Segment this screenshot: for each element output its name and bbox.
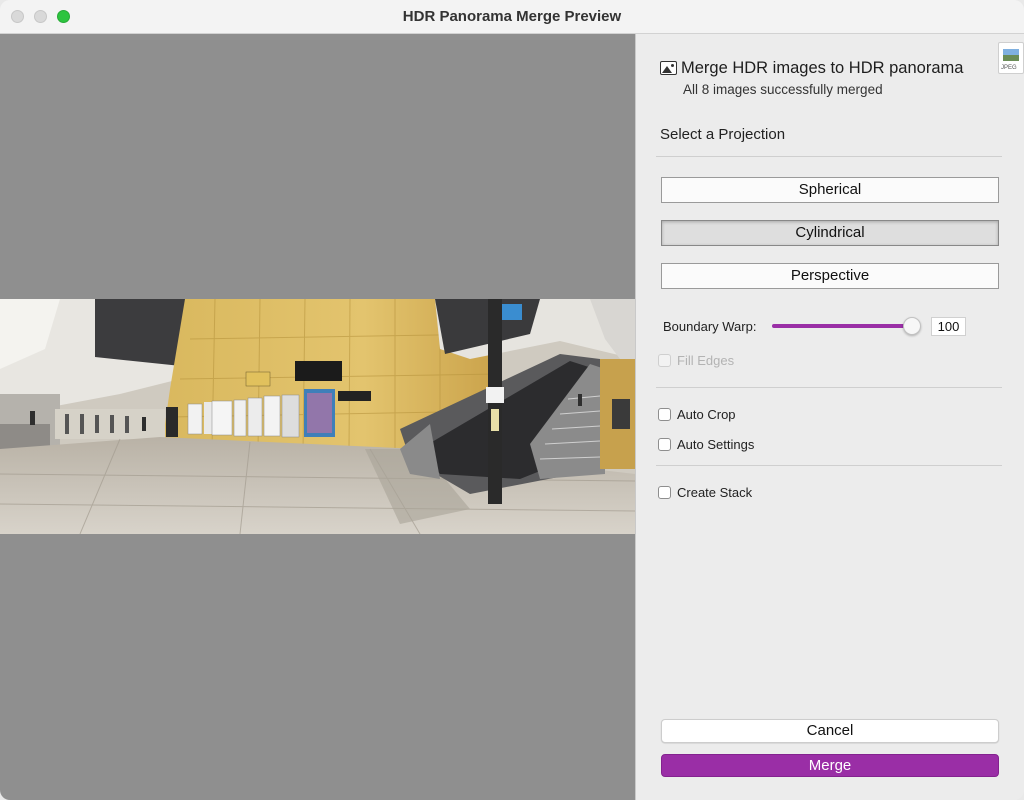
fill-edges-label: Fill Edges: [677, 352, 735, 368]
auto-settings-label[interactable]: Auto Settings: [677, 437, 754, 452]
merge-preview-window: HDR Panorama Merge Preview JPEG Merge HD…: [0, 0, 1024, 800]
auto-settings-checkbox[interactable]: [658, 437, 671, 451]
divider: [656, 465, 1002, 466]
divider: [656, 156, 1002, 157]
divider: [656, 387, 1002, 388]
file-type-label: JPEG: [1001, 65, 1017, 71]
fill-edges-option: Fill Edges: [658, 351, 734, 369]
merge-options-panel: JPEG Merge HDR images to HDR panorama Al…: [635, 34, 1024, 800]
preview-area: [0, 34, 635, 800]
projection-perspective-button[interactable]: Perspective: [661, 263, 999, 289]
auto-settings-option[interactable]: Auto Settings: [658, 435, 754, 453]
window-title: HDR Panorama Merge Preview: [402, 8, 622, 25]
auto-crop-label[interactable]: Auto Crop: [677, 407, 736, 422]
projection-section-title: Select a Projection: [660, 126, 786, 143]
auto-crop-option[interactable]: Auto Crop: [658, 405, 736, 423]
fill-edges-checkbox: [658, 353, 671, 367]
slider-thumb[interactable]: [903, 317, 921, 335]
title-bar: HDR Panorama Merge Preview: [0, 0, 1024, 34]
panel-heading: Merge HDR images to HDR panorama: [681, 59, 964, 77]
projection-cylindrical-button[interactable]: Cylindrical: [661, 220, 999, 246]
file-badge-icon: JPEG: [998, 42, 1024, 74]
create-stack-option[interactable]: Create Stack: [658, 483, 752, 501]
boundary-warp-value-field[interactable]: 100: [931, 317, 966, 336]
boundary-warp-label: Boundary Warp:: [663, 319, 757, 334]
panorama-image-icon: [660, 61, 677, 75]
boundary-warp-slider[interactable]: [772, 316, 922, 336]
panorama-preview-image: [0, 299, 635, 534]
create-stack-label[interactable]: Create Stack: [677, 485, 752, 500]
create-stack-checkbox[interactable]: [658, 485, 671, 499]
auto-crop-checkbox[interactable]: [658, 407, 671, 421]
projection-spherical-button[interactable]: Spherical: [661, 177, 999, 203]
merge-button[interactable]: Merge: [661, 754, 999, 777]
slider-track: [772, 324, 916, 328]
merge-status-text: All 8 images successfully merged: [683, 82, 883, 97]
image-thumbnail-icon: [1003, 49, 1019, 61]
cancel-button[interactable]: Cancel: [661, 719, 999, 743]
